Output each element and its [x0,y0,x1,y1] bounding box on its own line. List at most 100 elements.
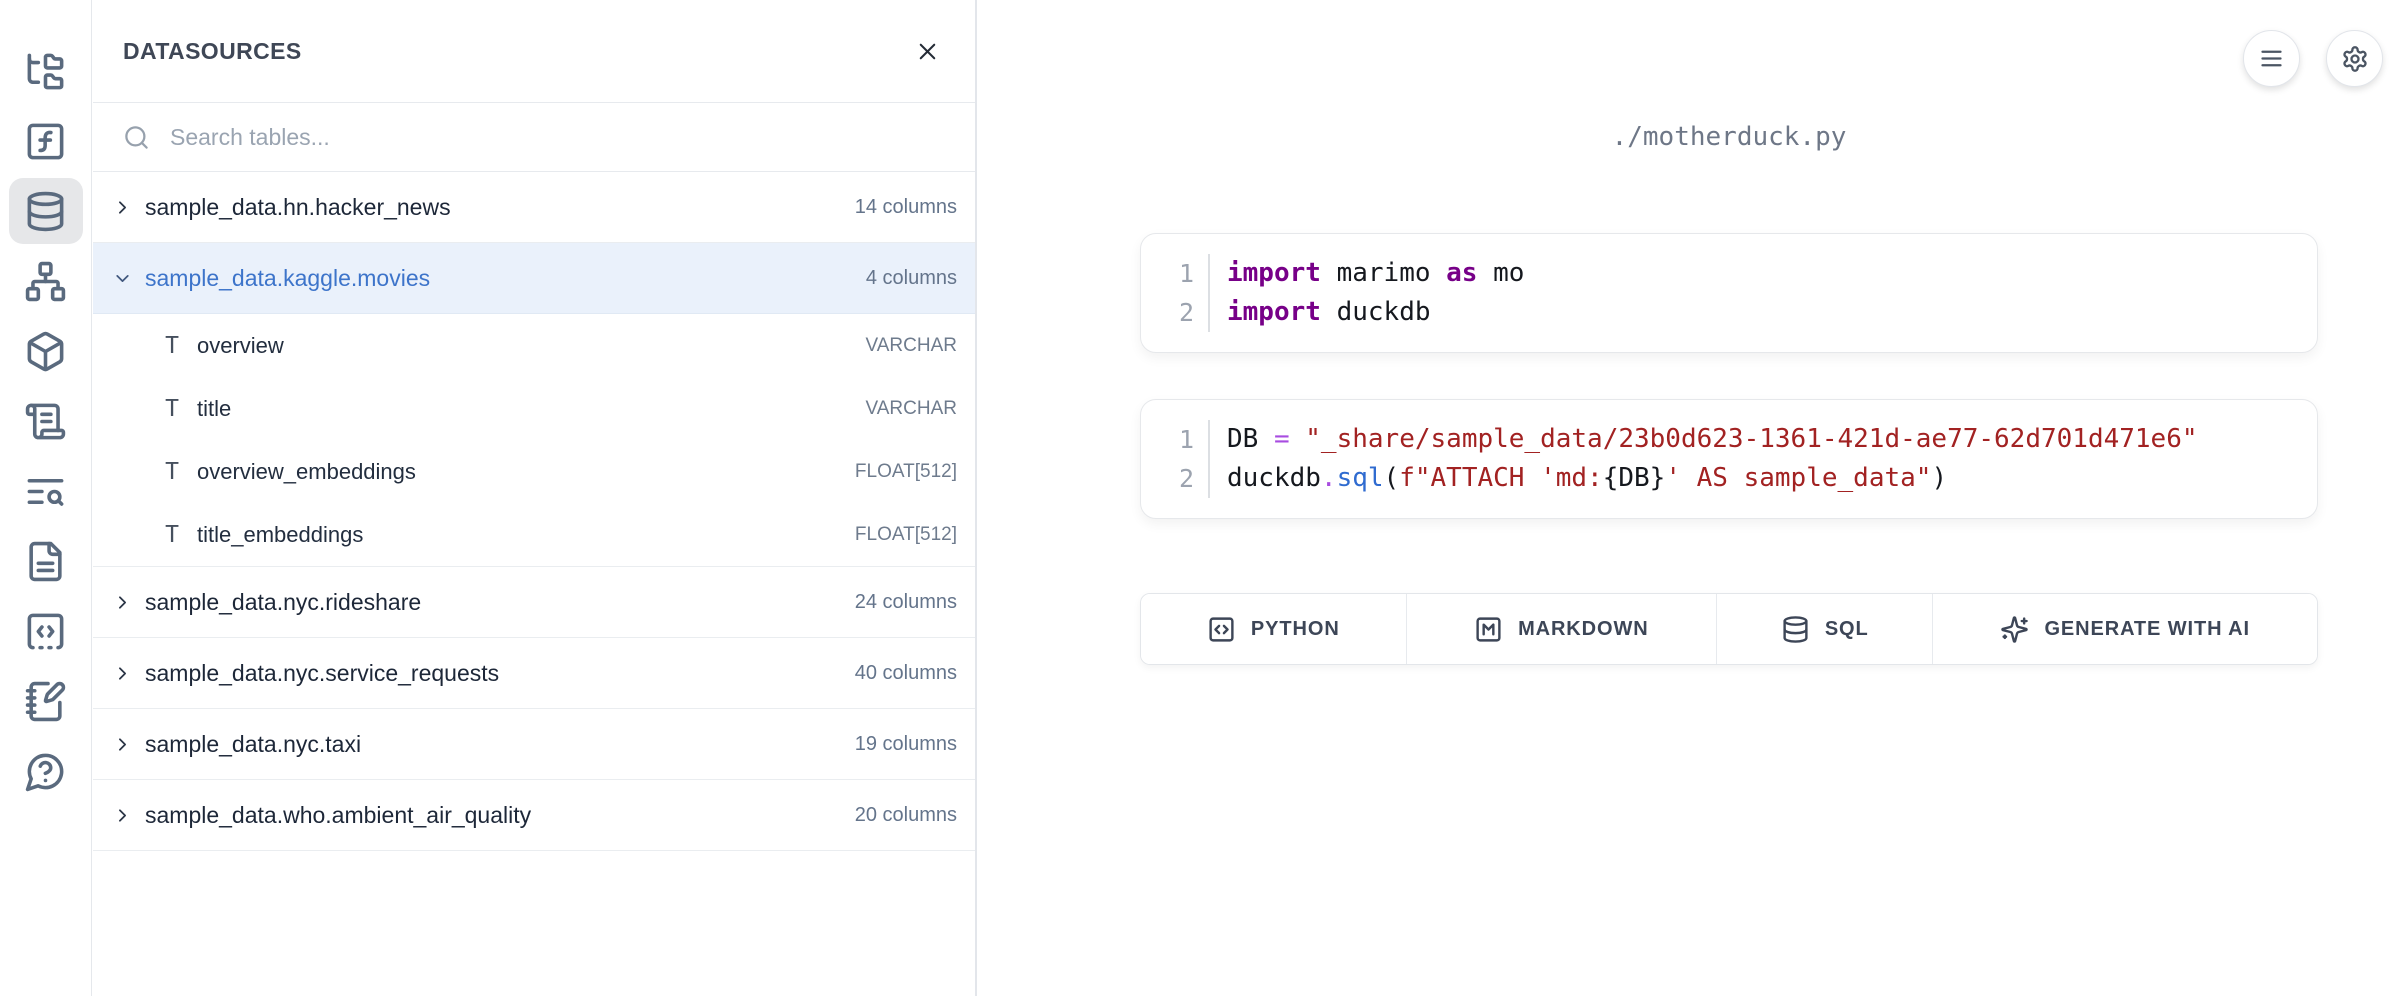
column-datatype: FLOAT[512] [855,524,957,546]
sidebar-slot [8,666,84,736]
table-row[interactable]: sample_data.hn.hacker_news14 columns [93,172,975,243]
table-column-count: 4 columns [866,267,957,290]
sidebar-slot [8,106,84,176]
sidebar-slot [8,456,84,526]
column-datatype: VARCHAR [866,335,958,357]
code-line: import marimo as mo [1227,254,2317,293]
notebook-content: ./motherduck.py 12import marimo as moimp… [1140,0,2318,665]
search-icon [123,124,150,151]
add-cell-button-label: PYTHON [1251,618,1340,641]
column-type-text-icon: T [161,459,183,485]
table-row[interactable]: sample_data.nyc.service_requests40 colum… [93,638,975,709]
column-datatype: FLOAT[512] [855,461,957,483]
table-name: sample_data.nyc.rideshare [145,589,855,616]
add-cell-sql-button[interactable]: SQL [1716,594,1932,664]
table-row[interactable]: sample_data.nyc.taxi19 columns [93,709,975,780]
tables-list: sample_data.hn.hacker_news14 columnssamp… [93,172,975,851]
column-row[interactable]: TtitleVARCHAR [93,377,975,440]
chevron-right-icon [112,592,133,613]
table-name: sample_data.nyc.taxi [145,731,855,758]
line-number: 2 [1179,459,1194,498]
cells-container: 12import marimo as moimport duckdb12DB =… [1140,233,2318,519]
add-cell-generate-with-ai-button[interactable]: GENERATE WITH AI [1932,594,2317,664]
column-name: overview [197,333,866,359]
sidebar-notebook-pen-icon[interactable] [9,668,83,734]
table-search-row [93,103,975,172]
table-column-count: 20 columns [855,804,957,827]
column-type-text-icon: T [161,522,183,548]
sidebar-slot [8,176,84,246]
column-type-text-icon: T [161,396,183,422]
sidebar-slot [8,316,84,386]
line-number-gutter: 12 [1141,420,1210,498]
notebook-filename[interactable]: ./motherduck.py [1140,122,2318,153]
table-column-count: 14 columns [855,196,957,219]
column-name: title_embeddings [197,522,855,548]
table-name: sample_data.kaggle.movies [145,265,866,292]
code-cell[interactable]: 12import marimo as moimport duckdb [1140,233,2318,353]
line-number-gutter: 12 [1141,254,1210,332]
sidebar-scroll-text-icon[interactable] [9,388,83,454]
code-editor[interactable]: import marimo as moimport duckdb [1210,254,2317,332]
column-datatype: VARCHAR [866,398,958,420]
column-row[interactable]: ToverviewVARCHAR [93,314,975,377]
add-cell-bar: PYTHON MARKDOWN SQL GENERATE WITH AI [1140,593,2318,665]
code-line: duckdb.sql(f"ATTACH 'md:{DB}' AS sample_… [1227,459,2317,498]
table-row[interactable]: sample_data.kaggle.movies4 columns [93,243,975,314]
menu-button[interactable] [2243,30,2300,87]
search-input[interactable] [168,123,945,152]
code-editor[interactable]: DB = "_share/sample_data/23b0d623-1361-4… [1210,420,2317,498]
add-cell-button-label: MARKDOWN [1518,618,1649,641]
sidebar-slot [8,246,84,316]
sidebar-slot [8,736,84,806]
sidebar-help-chat-icon[interactable] [9,738,83,804]
table-column-count: 40 columns [855,662,957,685]
settings-button[interactable] [2326,30,2383,87]
add-cell-python-button[interactable]: PYTHON [1141,594,1406,664]
column-type-text-icon: T [161,333,183,359]
datasources-panel: DATASOURCES sample_data.hn.hacker_news14… [93,0,977,996]
line-number: 1 [1179,254,1194,293]
database-icon [1781,615,1810,644]
marimo-app: DATASOURCES sample_data.hn.hacker_news14… [0,0,2399,996]
sidebar-network-icon[interactable] [9,248,83,314]
column-row[interactable]: Ttitle_embeddingsFLOAT[512] [93,503,975,566]
sidebar-slot [8,526,84,596]
code-line: DB = "_share/sample_data/23b0d623-1361-4… [1227,420,2317,459]
table-name: sample_data.hn.hacker_news [145,194,855,221]
activity-sidebar [0,0,92,996]
add-cell-button-label: GENERATE WITH AI [2044,618,2250,641]
add-cell-button-label: SQL [1825,618,1869,641]
line-number: 1 [1179,420,1194,459]
code-cell[interactable]: 12 DB = "_share/sample_data/23b0d623-1361… [1140,399,2318,519]
table-columns-group: ToverviewVARCHARTtitleVARCHARToverview_e… [93,314,975,567]
sidebar-slot [8,596,84,666]
table-column-count: 19 columns [855,733,957,756]
code-line: import duckdb [1227,293,2317,332]
chevron-down-icon [112,268,133,289]
sidebar-function-square-icon[interactable] [9,108,83,174]
table-name: sample_data.nyc.service_requests [145,660,855,687]
chevron-right-icon [112,734,133,755]
table-column-count: 24 columns [855,591,957,614]
sidebar-slot [8,386,84,456]
chevron-right-icon [112,197,133,218]
table-name: sample_data.who.ambient_air_quality [145,802,855,829]
sidebar-box-icon[interactable] [9,318,83,384]
panel-title: DATASOURCES [123,38,302,65]
sidebar-folder-tree-icon[interactable] [9,38,83,104]
sidebar-file-text-icon[interactable] [9,528,83,594]
sidebar-code-square-dashed-icon[interactable] [9,598,83,664]
line-number: 2 [1179,293,1194,332]
table-row[interactable]: sample_data.who.ambient_air_quality20 co… [93,780,975,851]
column-row[interactable]: Toverview_embeddingsFLOAT[512] [93,440,975,503]
add-cell-markdown-button[interactable]: MARKDOWN [1406,594,1716,664]
sidebar-text-search-icon[interactable] [9,458,83,524]
code-square-icon [1207,615,1236,644]
datasources-panel-header: DATASOURCES [93,0,975,103]
sidebar-database-icon[interactable] [9,178,83,244]
chevron-right-icon [112,663,133,684]
table-row[interactable]: sample_data.nyc.rideshare24 columns [93,567,975,638]
chevron-right-icon [112,805,133,826]
close-panel-button[interactable] [910,34,945,69]
